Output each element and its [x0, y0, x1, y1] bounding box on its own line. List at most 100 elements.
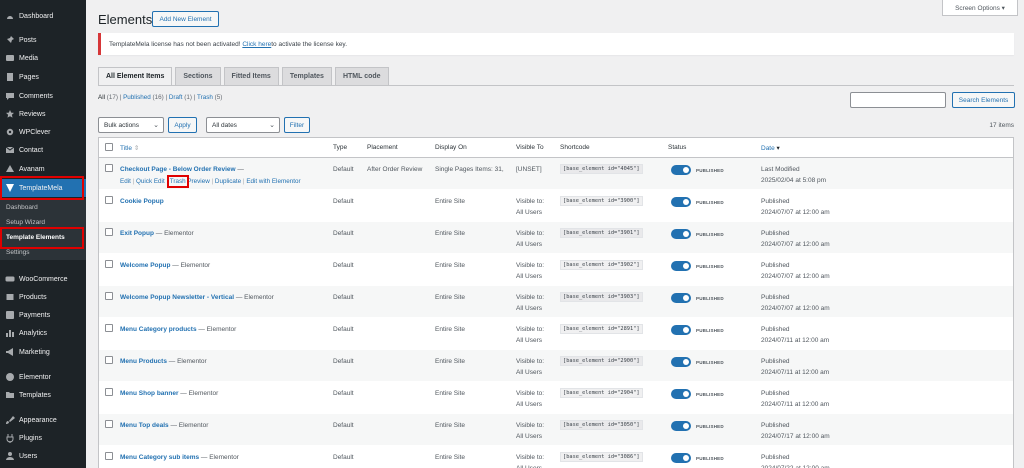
- row-checkbox[interactable]: [105, 324, 113, 332]
- visible-line2: All Users: [516, 401, 543, 408]
- column-header-title[interactable]: Title ⇕: [120, 144, 139, 152]
- sidebar-item-posts[interactable]: Posts: [0, 31, 86, 49]
- status-toggle[interactable]: [671, 165, 691, 175]
- sidebar-item-products[interactable]: Products: [0, 288, 86, 306]
- shortcode: [base_element id="3903"]: [560, 292, 643, 302]
- sidebar-item-comments[interactable]: Comments: [0, 87, 86, 105]
- tab-html-code[interactable]: HTML code: [334, 67, 389, 85]
- display-cell: Entire Site: [435, 230, 465, 237]
- status-label: PUBLISHED: [696, 264, 724, 269]
- status-toggle[interactable]: [671, 453, 691, 463]
- status-toggle[interactable]: [671, 421, 691, 431]
- tab-templates[interactable]: Templates: [281, 67, 332, 85]
- sidebar-item-contact[interactable]: Contact: [0, 141, 86, 159]
- submenu-item-dashboard[interactable]: Dashboard: [6, 204, 38, 211]
- comment-icon: [5, 91, 15, 101]
- column-label: Type: [333, 144, 348, 151]
- shortcode: [base_element id="3901"]: [560, 228, 643, 238]
- row-checkbox[interactable]: [105, 420, 113, 428]
- sidebar-item-label: Reviews: [19, 110, 46, 118]
- filter-published[interactable]: Published: [123, 94, 151, 101]
- row-checkbox[interactable]: [105, 196, 113, 204]
- title-suffix: — Elementor: [234, 294, 274, 301]
- apply-button[interactable]: Apply: [168, 117, 197, 133]
- element-title-link[interactable]: Menu Category sub items: [120, 454, 199, 461]
- status-toggle[interactable]: [671, 197, 691, 207]
- sidebar-item-payments[interactable]: Payments: [0, 306, 86, 324]
- sidebar-item-woocommerce[interactable]: WooCommerce: [0, 270, 86, 288]
- screen-options-button[interactable]: Screen Options ▾: [942, 0, 1018, 16]
- submenu-item-template-elements[interactable]: Template Elements: [6, 234, 65, 241]
- type-cell: Default: [333, 390, 354, 397]
- sidebar-item-label: Contact: [19, 146, 44, 154]
- submenu-item-settings[interactable]: Settings: [6, 249, 30, 256]
- filter-trash[interactable]: Trash: [197, 94, 213, 101]
- sidebar-item-media[interactable]: Media: [0, 49, 86, 67]
- search-input[interactable]: [850, 92, 946, 108]
- notice-link[interactable]: Click here: [242, 41, 271, 48]
- date-value: 2024/07/07 at 12:00 am: [761, 273, 830, 280]
- search-elements-button[interactable]: Search Elements: [952, 92, 1015, 108]
- status-toggle[interactable]: [671, 293, 691, 303]
- status-toggle[interactable]: [671, 261, 691, 271]
- row-action-preview[interactable]: Preview: [187, 178, 209, 185]
- sidebar-item-pages[interactable]: Pages: [0, 68, 86, 86]
- row-checkbox[interactable]: [105, 452, 113, 460]
- shortcode: [base_element id="3900"]: [560, 196, 643, 206]
- type-cell: Default: [333, 422, 354, 429]
- filter-button[interactable]: Filter: [284, 117, 310, 133]
- row-checkbox[interactable]: [105, 292, 113, 300]
- brush-icon: [5, 415, 15, 425]
- add-new-element-button[interactable]: Add New Element: [152, 11, 219, 27]
- filter-all[interactable]: All: [98, 94, 105, 101]
- tab-fitted-items[interactable]: Fitted Items: [223, 67, 279, 85]
- select-all-checkbox[interactable]: [105, 143, 113, 151]
- tab-all-element-items[interactable]: All Element Items: [98, 67, 173, 85]
- dates-select[interactable]: All dates ⌄: [206, 117, 280, 133]
- visible-line2: All Users: [516, 241, 543, 248]
- row-checkbox[interactable]: [105, 388, 113, 396]
- tab-sections[interactable]: Sections: [175, 67, 221, 85]
- sidebar-item-wpclever[interactable]: WPClever: [0, 123, 86, 141]
- bulk-actions-select[interactable]: Bulk actions ⌄: [98, 117, 164, 133]
- filter-trash-count: (5): [212, 94, 223, 101]
- sidebar-item-dashboard[interactable]: Dashboard: [0, 7, 86, 25]
- sidebar-item-avanam[interactable]: Avanam: [0, 160, 86, 178]
- row-checkbox[interactable]: [105, 260, 113, 268]
- element-title-link[interactable]: Menu Shop banner: [120, 390, 179, 397]
- element-title-link[interactable]: Welcome Popup: [120, 262, 170, 269]
- element-title-link[interactable]: Menu Products: [120, 358, 167, 365]
- status-toggle[interactable]: [671, 325, 691, 335]
- sidebar-item-elementor[interactable]: Elementor: [0, 368, 86, 386]
- row-checkbox[interactable]: [105, 228, 113, 236]
- row-action-edit-with-elementor[interactable]: Edit with Elementor: [246, 178, 300, 185]
- sidebar-item-templatemela[interactable]: TemplateMela: [0, 179, 86, 197]
- sidebar-item-appearance[interactable]: Appearance: [0, 411, 86, 429]
- status-toggle[interactable]: [671, 357, 691, 367]
- status-toggle[interactable]: [671, 389, 691, 399]
- display-cell: Entire Site: [435, 358, 465, 365]
- element-title-link[interactable]: Exit Popup: [120, 230, 154, 237]
- sidebar-item-analytics[interactable]: Analytics: [0, 324, 86, 342]
- row-action-trash[interactable]: Trash: [166, 175, 189, 188]
- submenu-item-setup-wizard[interactable]: Setup Wizard: [6, 219, 45, 226]
- element-title-link[interactable]: Menu Top deals: [120, 422, 169, 429]
- filter-draft[interactable]: Draft: [169, 94, 183, 101]
- sidebar-item-plugins[interactable]: Plugins: [0, 429, 86, 447]
- sidebar-item-templates[interactable]: Templates: [0, 386, 86, 404]
- sidebar-item-reviews[interactable]: Reviews: [0, 105, 86, 123]
- element-title-link[interactable]: Cookie Popup: [120, 198, 164, 205]
- column-header-date[interactable]: Date ▾: [761, 144, 780, 152]
- element-title-link[interactable]: Checkout Page - Below Order Review: [120, 166, 236, 173]
- status-toggle[interactable]: [671, 229, 691, 239]
- element-title-link[interactable]: Menu Category products: [120, 326, 197, 333]
- sidebar-item-label: Products: [19, 293, 47, 301]
- row-checkbox[interactable]: [105, 164, 113, 172]
- row-action-edit[interactable]: Edit: [120, 178, 131, 185]
- row-action-duplicate[interactable]: Duplicate: [215, 178, 241, 185]
- element-title-link[interactable]: Welcome Popup Newsletter - Vertical: [120, 294, 234, 301]
- sidebar-item-marketing[interactable]: Marketing: [0, 343, 86, 361]
- row-action-quick-edit[interactable]: Quick Edit: [136, 178, 165, 185]
- sidebar-item-users[interactable]: Users: [0, 447, 86, 465]
- row-checkbox[interactable]: [105, 356, 113, 364]
